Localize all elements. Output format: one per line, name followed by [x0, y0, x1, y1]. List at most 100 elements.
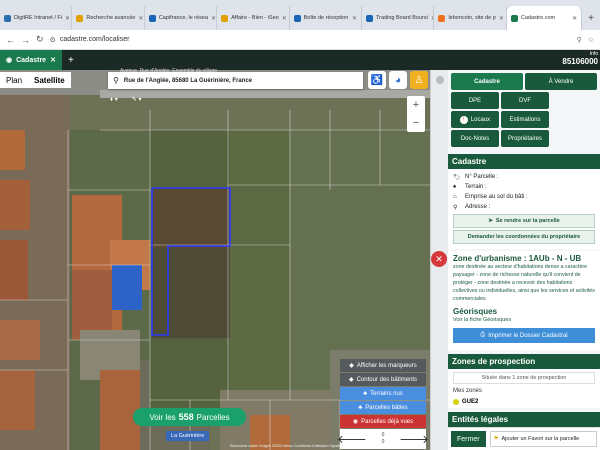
browser-tab-label: Recherche avancée — [86, 15, 136, 21]
layer-toggle[interactable]: ◆ Afficher les marqueurs — [340, 359, 426, 372]
arrow-left-icon[interactable]: 🡐 — [337, 431, 367, 447]
satellite-button[interactable]: Satellite — [28, 72, 71, 88]
browser-tab[interactable]: Boîte de réception ✕ — [290, 6, 363, 30]
address-search[interactable]: ⚲ Rue de l'Anglée, 85680 La Guérinière, … — [108, 72, 363, 89]
tab-close-icon[interactable]: ✕ — [499, 15, 504, 22]
zoom-in-button[interactable]: + — [407, 96, 425, 114]
browser-tab[interactable]: Recherche avancée ✕ — [72, 6, 145, 30]
location-icon[interactable]: ⚲ — [577, 36, 582, 44]
new-tab-button[interactable]: + — [582, 6, 600, 30]
browser-tab-label: DigitRE Intranet / Fi — [14, 15, 62, 21]
browser-tab-label: Trading Board Boursi — [376, 15, 428, 21]
arrow-right-icon[interactable]: 🡒 — [399, 431, 429, 447]
nav-counter: 0 0 — [381, 432, 385, 445]
goto-parcel-button[interactable]: ➤ Se rendre sur la parcelle — [453, 214, 595, 228]
browser-tab[interactable]: Trading Board Boursi✕ — [362, 6, 435, 30]
measure-dropdown-icon[interactable]: ✎ ▾ — [132, 96, 142, 103]
tab-close-icon[interactable]: ✕ — [572, 15, 577, 22]
add-favorite-button[interactable]: ⚑ Ajouter un Favori sur la parcelle — [489, 431, 597, 447]
panel-tab[interactable]: Doc-Notes — [451, 130, 499, 147]
browser-tab[interactable]: DigitRE Intranet / Fi ✕ — [0, 6, 73, 30]
bookmark-icon[interactable]: ☆ — [588, 36, 594, 44]
cadastre-section-title: Cadastre — [448, 154, 600, 169]
tab-close-icon[interactable]: ✕ — [65, 15, 70, 22]
panel-tab[interactable]: Estimations — [501, 111, 549, 128]
close-panel-button[interactable]: ✕ — [431, 251, 447, 267]
tab-close-icon[interactable]: ✕ — [282, 15, 287, 22]
layer-label: Parcelles déjà vues — [361, 418, 414, 425]
georisques-link[interactable]: Voir la fiche Géorisques — [453, 316, 595, 324]
panel-tab[interactable]: À Vendre — [525, 73, 597, 90]
panel-tab-label: Cadastre — [474, 78, 500, 85]
add-tab-button[interactable]: + — [62, 55, 80, 66]
print-icon: ⎙ — [480, 332, 486, 338]
georisques-title: Géorisques — [453, 307, 498, 316]
alert-badge: ! — [459, 115, 468, 124]
layer-label: Contour des bâtiments — [356, 376, 417, 383]
zone-item[interactable]: GUE2 — [453, 399, 595, 405]
reload-icon[interactable]: ↻ — [36, 34, 44, 45]
forward-icon[interactable]: → — [21, 35, 30, 45]
see-parcels-button[interactable]: Voir les 558 Parcelles — [133, 408, 246, 426]
print-dossier-button[interactable]: ⎙ Imprimer le Dossier Cadastral — [453, 328, 595, 343]
layer-toggle[interactable]: ◉ Parcelles déjà vues — [340, 415, 426, 428]
browser-tab[interactable]: Cadastre.com ✕ — [506, 6, 583, 30]
panel-tab-label: DVF — [519, 97, 531, 104]
land-icon: ♠ — [453, 184, 457, 190]
accessibility-icon[interactable]: ♿ — [368, 71, 386, 89]
legal-section-title: Entités légales — [448, 412, 600, 427]
favicon-icon — [148, 14, 156, 22]
panel-tab[interactable]: DVF — [501, 92, 549, 109]
layer-panel: ◆ Afficher les marqueurs ◆ Contour des bâti… — [337, 359, 429, 449]
layer-label: Terrains nus — [370, 390, 403, 397]
plan-button[interactable]: Plan — [0, 72, 28, 88]
favicon-icon — [221, 14, 229, 22]
place-label: La Guérinière — [166, 431, 210, 441]
request-owner-coords-button[interactable]: Demander les coordonnées du propriétaire — [453, 230, 595, 244]
tab-close-icon[interactable]: ✕ — [352, 15, 357, 22]
zoom-controls: + − — [407, 96, 425, 132]
close-icon[interactable]: ✕ — [50, 56, 56, 64]
info-icon[interactable] — [435, 76, 444, 84]
close-button[interactable]: Fermer — [451, 431, 486, 447]
prospect-situated: Située dans 1 zone de prospection — [453, 372, 595, 384]
url-field[interactable]: ⚙ cadastre.com/localiser — [50, 33, 571, 47]
zoom-out-button[interactable]: − — [407, 114, 425, 132]
panel-tab-label: Estimations — [509, 116, 541, 123]
panel-tab[interactable]: Cadastre — [451, 73, 523, 90]
marker-dropdown-icon[interactable]: ♦ ▾ — [110, 96, 118, 103]
panel-tab[interactable]: ! Locaux — [451, 111, 499, 128]
field-address: ⚲ Adresse : — [453, 204, 491, 211]
layer-toggle[interactable]: ◆ Contour des bâtiments — [340, 373, 426, 386]
globe-icon: ◉ — [6, 57, 13, 64]
tab-close-icon[interactable]: ✕ — [211, 15, 216, 22]
map-nav: 🡐 0 0 🡒 — [337, 429, 429, 449]
layer-toggle[interactable]: ♣ Parcelles bâties — [340, 401, 426, 414]
parcel-panel: Cadastre À Vendre DPE DVF ! Locaux Estimations… — [448, 70, 600, 450]
back-icon[interactable]: ← — [6, 35, 15, 45]
prospect-zones: Située dans 1 zone de prospection Mes zo… — [448, 369, 600, 408]
browser-tab[interactable]: Affaire - Bien - iSeo ✕ — [217, 6, 290, 30]
street-view-icon[interactable]: ♙ — [410, 71, 428, 89]
cadastre-details: 🏷 N° Parcelle : ♠ Terrain : ⌂ Emprise au so… — [448, 169, 600, 249]
favicon-icon — [366, 14, 374, 22]
layer-icon: ♣ — [363, 390, 368, 397]
browser-tab[interactable]: leboncoin, site de p ✕ — [434, 6, 507, 30]
my-zones-label: Mes zones — [453, 388, 483, 394]
favicon-icon — [293, 14, 301, 22]
site-info-icon[interactable]: ⚙ — [50, 36, 56, 44]
navigate-icon: ➤ — [488, 218, 493, 224]
tab-close-icon[interactable]: ✕ — [138, 15, 143, 22]
pin-icon: ⚲ — [453, 204, 458, 211]
app-tab-cadastre[interactable]: ◉ Cadastre ✕ — [0, 50, 62, 70]
browser-tab[interactable]: Capifrance, le résea ✕ — [145, 6, 218, 30]
building-icon: ⌂ — [453, 194, 457, 200]
panel-tab[interactable]: Propriétaires — [501, 130, 549, 147]
browser-tab-label: Capifrance, le résea — [158, 15, 209, 21]
panel-tab[interactable]: DPE — [451, 92, 499, 109]
globe-view-icon[interactable]: ◕ — [389, 71, 407, 89]
layer-toggle[interactable]: ♣ Terrains nus — [340, 387, 426, 400]
map-controls: ♦ ▾ ✎ ▾ — [110, 96, 141, 103]
prospect-section-title: Zones de prospection — [448, 354, 600, 369]
browser-tab-label: Boîte de réception — [303, 15, 349, 21]
